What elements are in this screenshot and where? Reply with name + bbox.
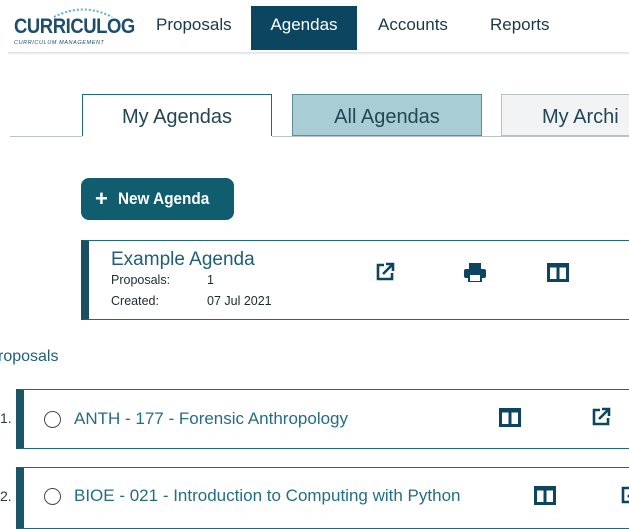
proposal-row[interactable]: BIOE - 021 - Introduction to Computing w…: [16, 467, 629, 529]
tabs-baseline: [10, 136, 82, 137]
tab-my-archive[interactable]: My Archi: [501, 94, 629, 136]
proposal-number: 2.: [0, 488, 12, 504]
nav-reports[interactable]: Reports: [472, 6, 568, 50]
plus-icon: +: [95, 186, 108, 211]
print-icon[interactable]: [464, 263, 486, 282]
brand-tagline: CURRICULUM MANAGEMENT: [14, 40, 105, 46]
columns-icon[interactable]: [534, 486, 556, 505]
agenda-title[interactable]: Example Agenda: [111, 249, 255, 271]
nav-proposals[interactable]: Proposals: [138, 6, 250, 50]
proposals-heading: roposals: [0, 348, 59, 365]
proposal-title[interactable]: BIOE - 021 - Introduction to Computing w…: [74, 486, 460, 506]
tab-all-agendas[interactable]: All Agendas: [292, 94, 482, 136]
external-link-icon[interactable]: [591, 407, 611, 427]
proposals-count-label: Proposals:: [111, 273, 171, 287]
proposal-number: 1.: [0, 410, 12, 426]
proposals-count-value: 1: [207, 273, 214, 287]
nav-accounts[interactable]: Accounts: [360, 6, 466, 50]
created-label: Created:: [111, 294, 159, 308]
brand-name: CURRICULOG: [14, 15, 135, 38]
tab-my-agendas[interactable]: My Agendas: [82, 94, 272, 136]
created-value: 07 Jul 2021: [207, 294, 272, 308]
proposal-row[interactable]: ANTH - 177 - Forensic Anthropology: [16, 389, 629, 449]
columns-icon[interactable]: [547, 263, 569, 282]
external-link-icon[interactable]: [375, 262, 395, 282]
proposal-select-radio[interactable]: [44, 488, 61, 505]
new-agenda-button[interactable]: + New Agenda: [81, 178, 234, 220]
columns-icon[interactable]: [499, 408, 521, 427]
new-agenda-label: New Agenda: [117, 189, 210, 208]
nav-divider: [8, 52, 629, 55]
proposal-select-radio[interactable]: [44, 411, 61, 428]
nav-agendas[interactable]: Agendas: [251, 6, 357, 50]
proposal-title[interactable]: ANTH - 177 - Forensic Anthropology: [74, 409, 348, 429]
external-link-icon[interactable]: [620, 485, 629, 505]
curriculog-logo[interactable]: CURRICULOG CURRICULUM MANAGEMENT: [14, 6, 135, 50]
agenda-card: Example Agenda Proposals: 1 Created: 07 …: [81, 240, 629, 320]
